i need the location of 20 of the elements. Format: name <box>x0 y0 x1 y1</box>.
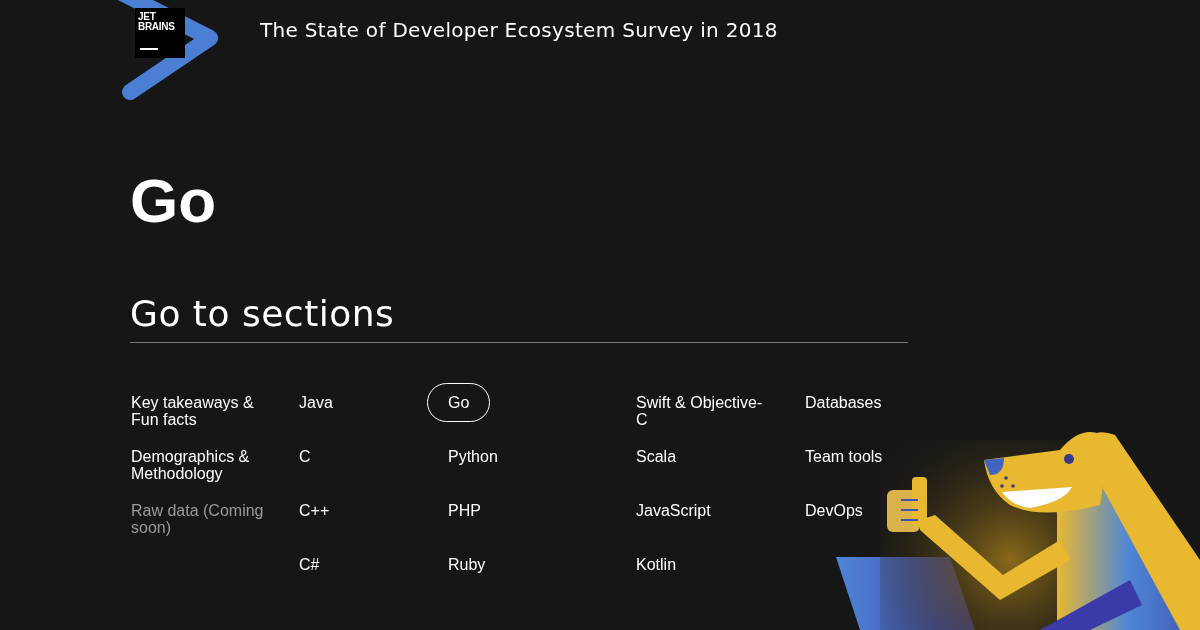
section-link[interactable]: C# <box>278 545 321 584</box>
section-link[interactable]: Java <box>278 383 334 422</box>
section-link[interactable]: Key takeaways & Fun facts <box>110 383 278 439</box>
section-link[interactable]: Demographics & Methodology <box>110 437 278 493</box>
section-link[interactable]: Scala <box>615 437 678 476</box>
section-link[interactable]: Python <box>427 437 499 476</box>
section-link[interactable]: DevOps <box>784 491 864 530</box>
sections-heading: Go to sections <box>130 292 396 336</box>
section-link[interactable]: Databases <box>784 383 883 422</box>
section-link[interactable]: Kotlin <box>615 545 678 584</box>
section-link[interactable]: C++ <box>278 491 331 530</box>
logo[interactable]: JET BRAINS <box>135 8 185 58</box>
section-link[interactable]: PHP <box>427 491 482 530</box>
survey-title: The State of Developer Ecosystem Survey in 2018 <box>260 17 778 43</box>
page-heading: Go <box>130 168 218 234</box>
section-link[interactable]: Swift & Objective-C <box>615 383 765 439</box>
section-link[interactable]: C <box>278 437 312 476</box>
section-link[interactable]: JavaScript <box>615 491 712 530</box>
section-link[interactable]: Ruby <box>427 545 487 584</box>
section-link[interactable]: Team tools <box>784 437 884 476</box>
